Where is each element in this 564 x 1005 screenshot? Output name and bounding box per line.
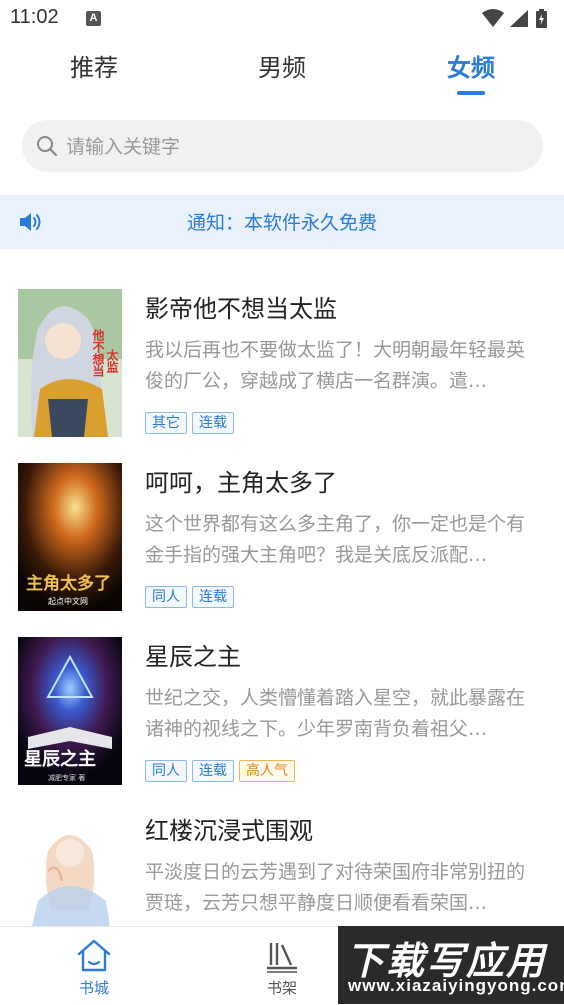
book-tags: 同人 连载 高人气 (145, 760, 300, 782)
tab-label: 男频 (258, 54, 306, 82)
book-cover: 主角太多了 起点中文网 (18, 463, 122, 611)
book-title: 影帝他不想当太监 (145, 295, 337, 323)
tag: 连载 (192, 760, 234, 782)
book-description: 世纪之交，人类懵懂着踏入星空，就此暴露在诸神的视线之下。少年罗南背负着祖父… (145, 687, 526, 740)
svg-text:主角太多了: 主角太多了 (26, 573, 111, 594)
tag-hot: 高人气 (239, 760, 295, 782)
nav-label: 书架 (266, 979, 297, 997)
tab-recommended[interactable]: 推荐 (34, 48, 154, 83)
book-tags: 其它 连载 (145, 412, 239, 434)
tab-male[interactable]: 男频 (222, 48, 342, 83)
home-icon (77, 939, 111, 972)
book-cover: 星辰之主 减肥专家 著 (18, 637, 122, 785)
notification-a-icon: A (86, 11, 101, 26)
book-title: 星辰之主 (145, 643, 241, 671)
notice-banner: 通知：本软件永久免费 (0, 195, 564, 249)
tag: 同人 (145, 760, 187, 782)
nav-label: 书城 (78, 979, 109, 997)
svg-text:星辰之主: 星辰之主 (24, 748, 96, 770)
svg-text:起点中文网: 起点中文网 (48, 596, 88, 606)
status-icons (480, 8, 554, 30)
tag: 同人 (145, 586, 187, 608)
book-title: 呵呵，主角太多了 (145, 469, 337, 497)
watermark-logo: 下载写应用 www.xiazaiyingyong.com (338, 926, 564, 1004)
notice-text: 通知：本软件永久免费 (186, 212, 377, 234)
search-icon (37, 136, 58, 157)
watermark-url: www.xiazaiyingyong.com (348, 976, 564, 995)
book-item[interactable]: 他不想当 太监 影帝他不想当太监 我以后再也不要做太监了！大明朝最年轻最英俊的厂… (0, 289, 564, 449)
nav-bookstore[interactable]: 书城 (44, 927, 144, 1005)
nav-bookshelf[interactable]: 书架 (232, 927, 332, 1005)
tag: 其它 (145, 412, 187, 434)
book-item[interactable]: 星辰之主 减肥专家 著 星辰之主 世纪之交，人类懵懂着踏入星空，就此暴露在诸神的… (0, 637, 564, 797)
battery-icon (536, 9, 547, 28)
book-description: 平淡度日的云芳遇到了对待荣国府非常别扭的贾琏，云芳只想平静度日顺便看看荣国… (145, 861, 526, 914)
search-bar[interactable] (22, 120, 543, 174)
book-tags: 同人 连载 (145, 586, 239, 608)
book-item[interactable]: 主角太多了 起点中文网 呵呵，主角太多了 这个世界都有这么多主角了，你一定也是个… (0, 463, 564, 623)
tab-label: 推荐 (70, 54, 118, 82)
svg-text:他不想当: 他不想当 (91, 328, 105, 378)
book-title: 红楼沉浸式围观 (145, 817, 313, 845)
signal-icon (510, 10, 528, 27)
svg-text:太监: 太监 (105, 348, 119, 374)
tab-female[interactable]: 女频 (411, 48, 531, 95)
book-cover: 他不想当 太监 (18, 289, 122, 437)
search-input[interactable] (64, 120, 528, 174)
status-time: 11:02 (10, 6, 59, 28)
tab-label: 女频 (447, 54, 495, 82)
svg-text:减肥专家 著: 减肥专家 著 (48, 773, 85, 782)
wifi-icon (482, 9, 504, 27)
tag: 连载 (192, 412, 234, 434)
category-tabs: 推荐 男频 女频 (0, 48, 564, 100)
tag: 连载 (192, 586, 234, 608)
book-description: 我以后再也不要做太监了！大明朝最年轻最英俊的厂公，穿越成了横店一名群演。遣… (145, 339, 526, 392)
active-tab-indicator (457, 91, 485, 95)
status-bar: 11:02 A (0, 0, 564, 38)
book-description: 这个世界都有这么多主角了，你一定也是个有金手指的强大主角吧？我是关底反派配… (145, 513, 526, 566)
bookshelf-icon (267, 943, 297, 973)
